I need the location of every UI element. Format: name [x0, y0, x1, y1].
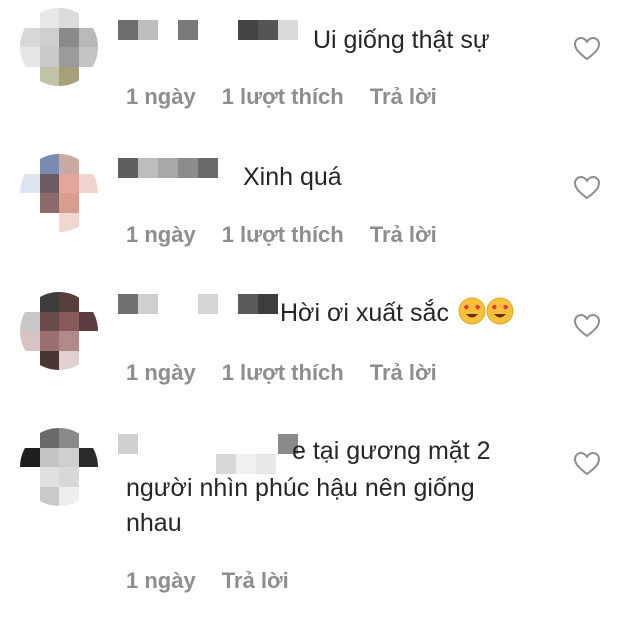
comment-meta: 1 ngày Trả lời: [126, 568, 289, 594]
comment-text-line-3: nhau: [126, 509, 182, 537]
comment-text-line-1: e tại gương mặt 2: [292, 437, 491, 465]
like-heart-icon[interactable]: [574, 314, 600, 338]
comment-text-content: Hời ơi xuất sắc: [280, 299, 449, 327]
like-heart-icon[interactable]: [574, 176, 600, 200]
reply-button[interactable]: Trả lời: [370, 222, 437, 248]
comment-item: Hời ơi xuất sắc 1 ngày 1 lượt thích Trả …: [0, 278, 620, 408]
avatar[interactable]: [20, 8, 98, 86]
comment-text: Hời ơi xuất sắc: [280, 296, 514, 330]
reply-button[interactable]: Trả lời: [370, 84, 437, 110]
comment-time[interactable]: 1 ngày: [126, 222, 196, 248]
comment-text-line-2: người nhìn phúc hậu nên giống: [126, 474, 475, 502]
username-blurred[interactable]: [118, 294, 278, 314]
heart-eyes-emoji-icon: [486, 297, 514, 325]
username-blurred[interactable]: [118, 20, 298, 40]
comment-item: e tại gương mặt 2 người nhìn phúc hậu nê…: [0, 416, 620, 616]
comment-time[interactable]: 1 ngày: [126, 360, 196, 386]
avatar[interactable]: [20, 292, 98, 370]
avatar[interactable]: [20, 428, 98, 506]
username-blurred[interactable]: [118, 434, 298, 454]
reply-button[interactable]: Trả lời: [370, 360, 437, 386]
comment-meta: 1 ngày 1 lượt thích Trả lời: [126, 360, 437, 386]
comment-item: Ui giống thật sự 1 ngày 1 lượt thích Trả…: [0, 0, 620, 130]
comment-likes-count[interactable]: 1 lượt thích: [222, 84, 344, 110]
comment-text: Ui giống thật sự: [313, 26, 490, 54]
comment-time[interactable]: 1 ngày: [126, 84, 196, 110]
comment-likes-count[interactable]: 1 lượt thích: [222, 222, 344, 248]
comment-likes-count[interactable]: 1 lượt thích: [222, 360, 344, 386]
comment-item: Xinh quá 1 ngày 1 lượt thích Trả lời: [0, 140, 620, 270]
username-blurred[interactable]: [118, 158, 218, 178]
avatar[interactable]: [20, 154, 98, 232]
comment-time[interactable]: 1 ngày: [126, 568, 196, 594]
comment-meta: 1 ngày 1 lượt thích Trả lời: [126, 84, 437, 110]
like-heart-icon[interactable]: [574, 452, 600, 476]
comment-text: Xinh quá: [243, 163, 342, 191]
heart-eyes-emoji-icon: [458, 297, 486, 325]
like-heart-icon[interactable]: [574, 37, 600, 61]
comment-meta: 1 ngày 1 lượt thích Trả lời: [126, 222, 437, 248]
reply-button[interactable]: Trả lời: [222, 568, 289, 594]
